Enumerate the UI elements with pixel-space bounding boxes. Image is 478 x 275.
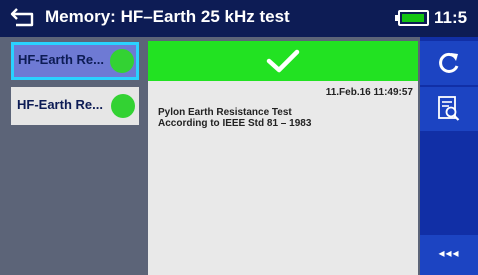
list-item[interactable]: HF-Earth Re... (11, 87, 139, 125)
more-options-label: ◂◂◂ (438, 246, 460, 260)
battery-full-icon (395, 10, 429, 26)
page-title: Memory: HF–Earth 25 kHz test (45, 7, 290, 26)
header-bar: Memory: HF–Earth 25 kHz test 11:5 (0, 0, 478, 37)
list-item[interactable]: HF-Earth Re... (11, 42, 139, 80)
back-arrow-icon[interactable] (10, 6, 36, 28)
view-report-button[interactable] (420, 87, 478, 131)
pass-status-icon (111, 94, 135, 118)
list-item-label: HF-Earth Re... (17, 97, 103, 112)
measurement-datetime: 11.Feb.16 11:49:57 (325, 87, 413, 98)
right-sidebar: ◂◂◂ (420, 37, 478, 275)
list-item-label: HF-Earth Re... (18, 52, 104, 67)
clock: 11:5 (434, 8, 468, 27)
test-description-line-1: Pylon Earth Resistance Test (158, 107, 292, 118)
more-options-button[interactable]: ◂◂◂ (420, 235, 478, 275)
check-icon (266, 49, 300, 73)
memory-list: HF-Earth Re... HF-Earth Re... (0, 37, 146, 275)
test-description-line-2: According to IEEE Std 81 – 1983 (158, 118, 312, 129)
pass-status-icon (110, 49, 134, 73)
refresh-icon (439, 52, 459, 73)
detail-panel: 11.Feb.16 11:49:57 Pylon Earth Resistanc… (148, 41, 418, 275)
pass-status-bar (148, 41, 418, 81)
report-search-icon (438, 96, 460, 121)
refresh-button[interactable] (420, 41, 478, 85)
